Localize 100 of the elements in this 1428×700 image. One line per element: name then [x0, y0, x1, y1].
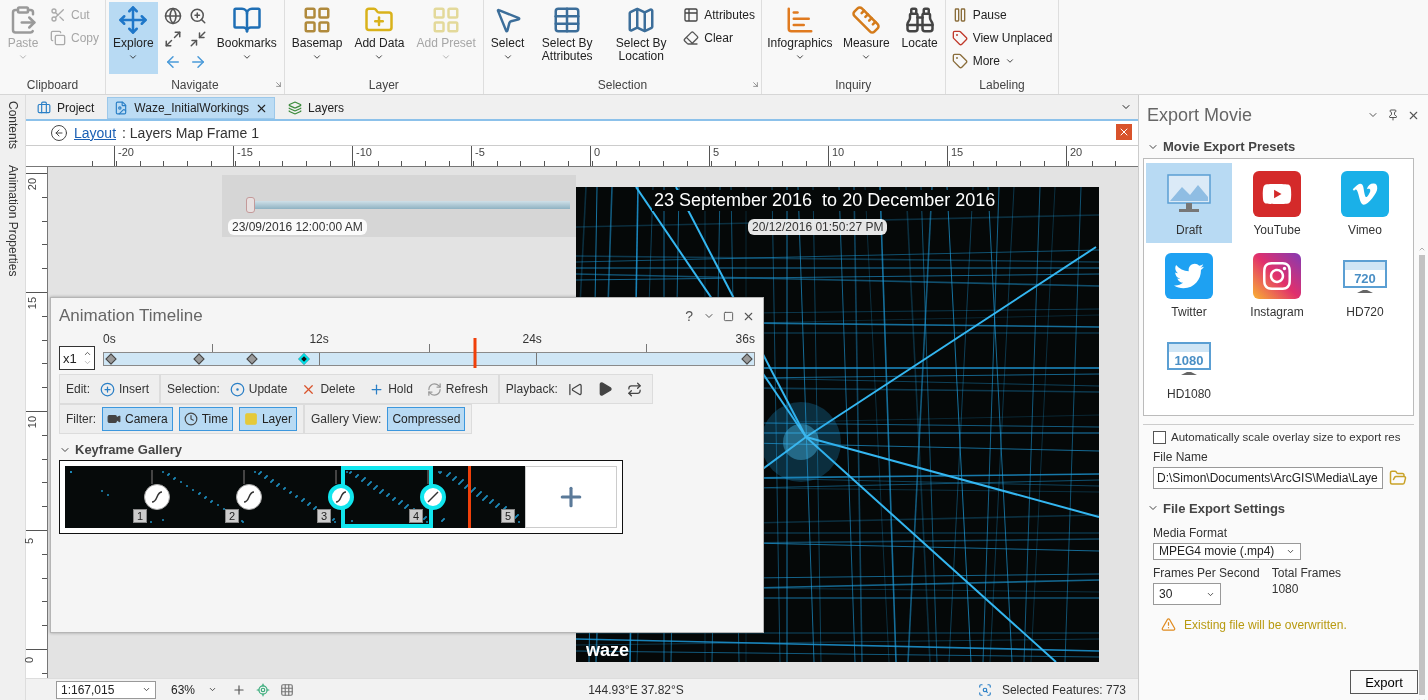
filter-toggle[interactable]: Time — [178, 407, 233, 431]
toolbar-button[interactable]: Insert — [96, 379, 154, 399]
ruler-label: 10 — [832, 146, 845, 158]
preset-item[interactable]: Draft — [1146, 163, 1232, 243]
total-frames-value: 1080 — [1271, 582, 1300, 596]
grid-add-icon[interactable] — [232, 682, 246, 697]
side-tab[interactable]: Contents — [0, 99, 25, 152]
monitor-stand-icon — [1181, 369, 1197, 375]
ribbon-button[interactable]: Select — [486, 2, 529, 74]
ribbon-button[interactable]: Clear — [680, 27, 758, 49]
group-label: Inquiry — [835, 78, 872, 92]
toolbar-button[interactable]: Refresh — [422, 379, 492, 399]
speed-spinner[interactable]: x1 — [59, 346, 95, 370]
ribbon-button[interactable]: Infographics — [764, 2, 835, 74]
section-header[interactable]: Keyframe Gallery — [59, 442, 182, 457]
ruler-label: 0 — [23, 656, 36, 664]
toolbar-button[interactable]: Delete — [297, 379, 360, 399]
back-icon[interactable] — [50, 124, 68, 142]
preset-item[interactable]: 720 HD720 — [1322, 245, 1408, 325]
help-button[interactable]: ? — [683, 308, 695, 324]
fps-select[interactable]: 30 — [1153, 583, 1221, 605]
ruler-label: 5 — [23, 537, 36, 545]
layout-link[interactable]: Layout — [74, 125, 117, 141]
keyframe-marker[interactable] — [105, 353, 117, 365]
ribbon-button[interactable]: Pause — [948, 4, 1056, 26]
group-label: Layer — [368, 78, 399, 92]
tool-icon — [229, 381, 245, 397]
caret-icon — [18, 52, 28, 62]
file-name-field[interactable]: D:\Simon\Documents\ArcGIS\Media\Laye — [1153, 466, 1383, 489]
ease-curve-icon — [242, 490, 256, 504]
checkbox-row[interactable]: Automatically scale overlay size to export res — [1143, 430, 1414, 444]
slider-handle[interactable] — [246, 197, 255, 213]
folder-icon[interactable] — [1389, 468, 1407, 487]
caret-icon — [128, 52, 139, 62]
ribbon-button[interactable]: Attributes — [680, 4, 758, 26]
toolbar-button[interactable]: Hold — [365, 379, 417, 399]
playhead[interactable] — [467, 466, 471, 528]
keyframe-marker[interactable] — [193, 353, 205, 365]
side-tab[interactable]: Animation Properties — [0, 163, 25, 279]
launcher-icon[interactable] — [273, 80, 283, 89]
breadcrumb-text: : Layers Map Frame 1 — [122, 125, 259, 141]
section-header[interactable]: File Export Settings — [1143, 496, 1290, 520]
tool-icon — [951, 30, 968, 46]
keyframe-thumbnail[interactable]: 4 — [341, 466, 433, 528]
launcher-icon[interactable] — [750, 80, 760, 89]
grid-icon[interactable] — [280, 682, 294, 697]
timeline-track[interactable] — [103, 352, 755, 366]
monitor-stand-icon — [1357, 287, 1373, 293]
export-button[interactable]: Export — [1350, 670, 1418, 694]
ribbon-button[interactable]: Measure — [838, 2, 894, 74]
ribbon-button[interactable]: Explore — [109, 2, 158, 74]
toolbar-label: Filter: — [66, 412, 96, 426]
shrink-icon — [188, 30, 207, 48]
map-logo: waze — [586, 640, 630, 661]
field-label: Total Frames — [1271, 566, 1342, 580]
ribbon-button[interactable]: More — [948, 50, 1056, 72]
pin-icon[interactable] — [1387, 108, 1399, 121]
toolbar-label: Gallery View: — [310, 412, 382, 426]
keyframe-marker[interactable] — [741, 353, 753, 365]
close-icon — [1118, 126, 1130, 138]
snap-icon[interactable] — [256, 682, 270, 697]
ribbon-button[interactable]: Select By Location — [606, 2, 677, 74]
ribbon-button[interactable]: Locate — [897, 2, 942, 74]
filter-toggle[interactable]: Layer — [238, 407, 297, 431]
tool-icon — [904, 5, 935, 35]
monitor-screen: 720 — [1343, 259, 1387, 288]
filter-toggle[interactable]: Compressed — [387, 407, 466, 431]
close-button[interactable] — [1116, 124, 1132, 140]
ribbon-button[interactable]: Select By Attributes — [532, 2, 603, 74]
up-icon[interactable] — [83, 349, 92, 358]
filter-toggle[interactable]: Camera — [102, 407, 173, 431]
preset-item[interactable]: 1080 HD1080 — [1146, 327, 1232, 407]
ruler-label: 10 — [26, 415, 39, 429]
document-tab[interactable]: Waze_InitialWorkings — [107, 97, 276, 119]
tool-icon — [431, 5, 462, 35]
maximize-icon[interactable] — [723, 310, 734, 322]
tool-icon — [369, 381, 385, 397]
linear-line-icon — [426, 490, 440, 504]
ribbon-button[interactable]: View Unplaced — [948, 27, 1056, 49]
document-tab[interactable]: Layers — [281, 97, 352, 119]
ribbon-button[interactable]: Bookmarks — [212, 2, 281, 74]
keyframe-marker[interactable] — [246, 353, 258, 365]
preset-item[interactable]: Instagram — [1234, 245, 1320, 325]
document-tab[interactable]: Project — [30, 97, 102, 119]
tool-icon — [100, 381, 115, 397]
skip-back-icon — [567, 381, 583, 397]
checkbox[interactable] — [1153, 430, 1166, 444]
selection-icon[interactable] — [977, 682, 992, 697]
scale-select[interactable]: 1:167,015 — [56, 680, 156, 699]
section-header[interactable]: Movie Export Presets — [1143, 135, 1300, 158]
zoom-select[interactable]: 63% — [166, 680, 222, 699]
preset-item[interactable]: Twitter — [1146, 245, 1232, 325]
toolbar-button[interactable]: Update — [225, 379, 292, 399]
toolbar-label: Playback: — [505, 382, 558, 396]
ruler-label: 0 — [594, 146, 601, 158]
preset-item[interactable]: Vimeo — [1322, 163, 1408, 243]
preset-item[interactable]: YouTube — [1234, 163, 1320, 243]
media-format-select[interactable]: MPEG4 movie (.mp4) — [1153, 542, 1301, 560]
ribbon-button[interactable]: Basemap — [287, 2, 347, 74]
ribbon-button[interactable]: Add Data — [350, 2, 409, 74]
